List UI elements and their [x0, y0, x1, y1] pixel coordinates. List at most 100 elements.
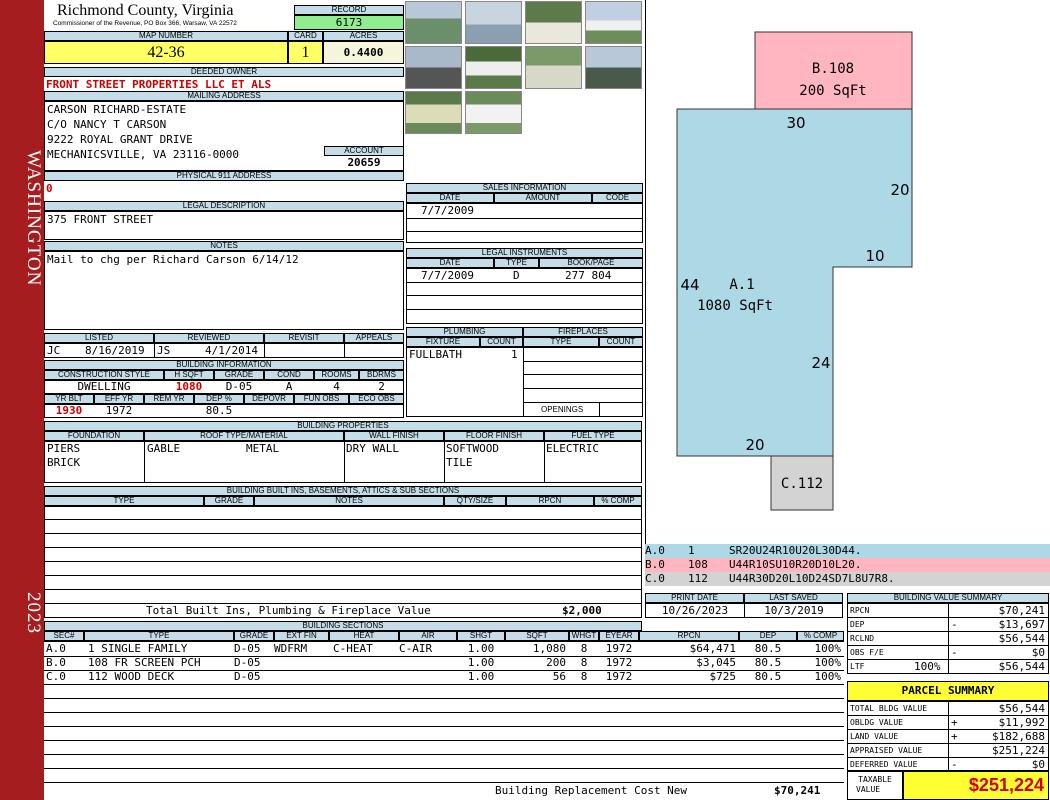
deeded-owner: FRONT STREET PROPERTIES LLC ET ALS [46, 78, 272, 91]
prop-col-roof: ROOF TYPE/MATERIAL [144, 431, 344, 441]
heated-sqft: 1080 [175, 380, 203, 393]
sec-col: DEP [739, 631, 797, 641]
building-info-grid: CONSTRUCTION STYLE H SQFT GRADE COND ROO… [44, 370, 404, 418]
bi-header: YR BLT [44, 394, 94, 404]
plumbing-fixture: FULLBATH [409, 348, 462, 361]
reviewed-label: REVIEWED [154, 333, 264, 343]
legend-path: U44R30D20L10D24SD7L8U7R8. [729, 572, 895, 585]
parcel-sign: + [951, 716, 958, 729]
section-cell: $64,471 [689, 642, 736, 655]
sec-col: SQFT [505, 631, 569, 641]
section-cell: C.0 [46, 670, 66, 683]
parcel-row: APPRAISED VALUE $251,224 [848, 744, 1048, 758]
property-photo[interactable] [585, 46, 642, 89]
listed-label: LISTED [44, 333, 154, 343]
taxable-label-box: TAXABLE VALUE [847, 771, 903, 800]
legend-code: 1 [688, 544, 695, 557]
plumbing-count: 1 [511, 348, 518, 361]
county-title: Richmond County, Virginia [57, 2, 234, 19]
parcel-value: $56,544 [998, 702, 1045, 715]
property-photo[interactable] [465, 1, 522, 44]
plumbing-col-count: COUNT [480, 337, 523, 347]
bvs-value: $0 [1031, 646, 1045, 659]
bi-header: ECO OBS [349, 394, 404, 404]
mailing-address-label: MAILING ADDRESS [44, 91, 404, 101]
sec-col: WHGT [569, 631, 599, 641]
section-cell: 80.5 [754, 642, 782, 655]
district-sidebar: WASHINGTON 2023 [0, 0, 44, 800]
parcel-summary-label: PARCEL SUMMARY [847, 681, 1049, 701]
mailing-line: CARSON RICHARD-ESTATE [47, 103, 187, 116]
bi-header: REM YR [144, 394, 194, 404]
sec-col: RPCN [639, 631, 739, 641]
property-photo[interactable] [405, 91, 462, 134]
legal-instruments-table: 7/7/2009 D 277 804 [406, 268, 643, 324]
section-cell: $725 [709, 670, 737, 683]
foundation-value: PIERS [47, 442, 81, 455]
foundation-value: BRICK [47, 456, 81, 469]
sketch-c-label: C.112 [781, 476, 823, 492]
bi-col-type: TYPE [44, 496, 204, 506]
legend-path: SR20U24R10U20L30D44. [729, 544, 862, 557]
bvs-value: $56,544 [998, 632, 1045, 645]
property-photo[interactable] [405, 1, 462, 44]
sec-col: SHGT [457, 631, 505, 641]
legend-sec: A.0 [645, 544, 665, 557]
taxable-label: VALUE [856, 785, 881, 794]
taxable-value: $251,224 [903, 771, 1049, 800]
deeded-owner-label: DEEDED OWNER [44, 67, 404, 77]
bvs-key: RCLND [850, 634, 875, 643]
parcel-key: TOTAL BLDG VALUE [850, 704, 928, 713]
last-saved-label: LAST SAVED [744, 593, 843, 603]
section-cell: B.0 [46, 656, 66, 669]
builtins-total-label: Total Built Ins, Plumbing & Fireplace Va… [146, 604, 431, 617]
sketch-dimension: 30 [786, 114, 805, 132]
bvs-pct: 100% [914, 660, 941, 673]
rooms: 4 [333, 380, 340, 393]
notes-label: NOTES [44, 241, 404, 251]
sec-col: EYEAR [599, 631, 639, 641]
section-cell: 1.00 [467, 656, 495, 669]
record-number: 6173 [294, 15, 404, 30]
map-number-label: MAP NUMBER [44, 31, 288, 41]
sec-col: HEAT [329, 631, 399, 641]
parcel-value: $0 [1031, 758, 1045, 771]
legal-description-label: LEGAL DESCRIPTION [44, 201, 404, 211]
sales-col-date: DATE [406, 193, 494, 203]
bi-header: GRADE [214, 370, 264, 380]
plumbing-fireplace-table: FULLBATH 1 OPENINGS [406, 347, 643, 417]
section-cell: 100% [814, 670, 842, 683]
building-sketch: B.108 200 SqFt A.1 1080 SqFt C.112 30 20… [645, 0, 1050, 545]
section-cell: 1.00 [467, 642, 495, 655]
section-cell: A.0 [46, 642, 66, 655]
bvs-row: DEP - $13,697 [848, 618, 1048, 632]
property-photos [404, 0, 644, 135]
county-header: Richmond County, Virginia Commissioner o… [44, 0, 294, 30]
print-date: 10/26/2023 [661, 604, 729, 617]
property-photo[interactable] [585, 1, 642, 44]
building-info-label: BUILDING INFORMATION [44, 360, 404, 370]
grade: D-05 [225, 380, 253, 393]
prop-col-fuel: FUEL TYPE [544, 431, 642, 441]
notes-box: Mail to chg per Richard Carson 6/14/12 [44, 251, 404, 330]
plumbing-label: PLUMBING [406, 327, 523, 337]
reviewed-date: 4/1/2014 [205, 344, 258, 357]
bi-header: FUN OBS [294, 394, 349, 404]
property-photo[interactable] [525, 1, 582, 44]
last-saved: 10/3/2019 [764, 604, 824, 617]
sketch-section-a[interactable] [676, 108, 913, 457]
sec-col: SEC# [44, 631, 84, 641]
section-cell: $3,045 [696, 656, 736, 669]
property-photo[interactable] [525, 46, 582, 89]
property-photo[interactable] [465, 46, 522, 89]
legend-sec: B.0 [645, 558, 665, 571]
bi-header: DEP % [194, 394, 244, 404]
taxable-label: TAXABLE [858, 775, 892, 784]
section-cell: D-05 [234, 670, 261, 683]
sketch-svg: B.108 200 SqFt A.1 1080 SqFt C.112 30 20… [676, 31, 913, 511]
property-photo[interactable] [465, 91, 522, 134]
property-photo[interactable] [405, 46, 462, 89]
map-number: 42-36 [44, 41, 288, 64]
section-cell: D-05 [234, 642, 261, 655]
instrument-date: 7/7/2009 [421, 269, 474, 282]
